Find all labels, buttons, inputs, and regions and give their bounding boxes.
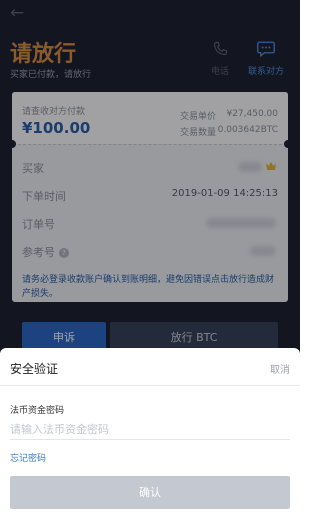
cancel-button[interactable]: 取消 xyxy=(270,361,290,376)
sheet-header: 安全验证 取消 xyxy=(0,348,300,386)
sheet-title: 安全验证 xyxy=(10,362,59,376)
fund-password-input[interactable] xyxy=(10,420,290,440)
confirm-button[interactable]: 确认 xyxy=(10,476,290,509)
security-verification-sheet: 安全验证 取消 法币资金密码 忘记密码 确认 xyxy=(0,348,300,514)
forgot-password-link[interactable]: 忘记密码 xyxy=(10,451,46,464)
fund-password-label: 法币资金密码 xyxy=(10,406,65,416)
